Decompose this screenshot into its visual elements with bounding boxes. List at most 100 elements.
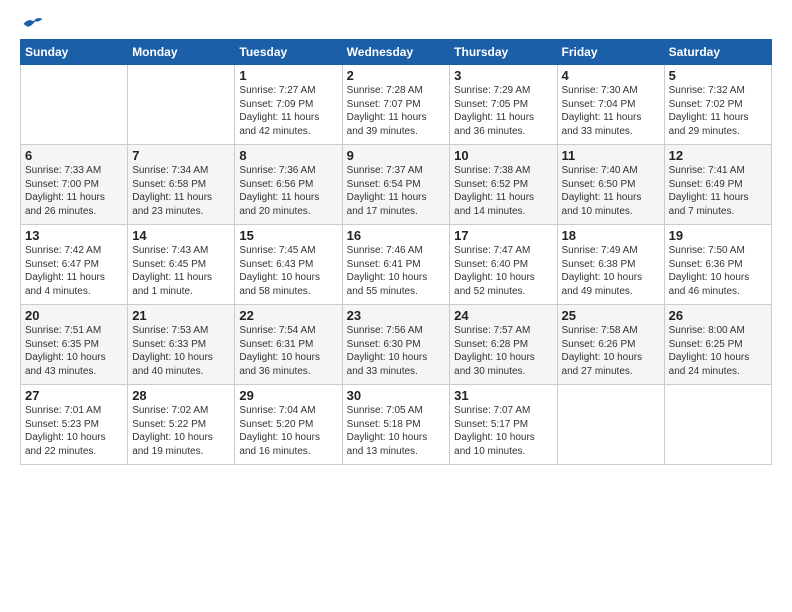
calendar-cell: 4Sunrise: 7:30 AM Sunset: 7:04 PM Daylig… [557,65,664,145]
calendar-cell: 7Sunrise: 7:34 AM Sunset: 6:58 PM Daylig… [128,145,235,225]
calendar-cell: 23Sunrise: 7:56 AM Sunset: 6:30 PM Dayli… [342,305,450,385]
day-info: Sunrise: 7:58 AM Sunset: 6:26 PM Dayligh… [562,324,660,378]
calendar-cell: 21Sunrise: 7:53 AM Sunset: 6:33 PM Dayli… [128,305,235,385]
day-info: Sunrise: 7:57 AM Sunset: 6:28 PM Dayligh… [454,324,552,378]
day-info: Sunrise: 7:01 AM Sunset: 5:23 PM Dayligh… [25,404,123,458]
header [20,15,772,29]
calendar-cell: 25Sunrise: 7:58 AM Sunset: 6:26 PM Dayli… [557,305,664,385]
calendar-cell: 26Sunrise: 8:00 AM Sunset: 6:25 PM Dayli… [664,305,771,385]
weekday-header-monday: Monday [128,40,235,65]
calendar-cell: 1Sunrise: 7:27 AM Sunset: 7:09 PM Daylig… [235,65,342,145]
day-number: 17 [454,228,552,243]
day-info: Sunrise: 7:42 AM Sunset: 6:47 PM Dayligh… [25,244,123,298]
calendar-cell: 15Sunrise: 7:45 AM Sunset: 6:43 PM Dayli… [235,225,342,305]
day-number: 24 [454,308,552,323]
day-number: 29 [239,388,337,403]
weekday-header-friday: Friday [557,40,664,65]
day-number: 26 [669,308,767,323]
day-info: Sunrise: 7:53 AM Sunset: 6:33 PM Dayligh… [132,324,230,378]
calendar-cell: 10Sunrise: 7:38 AM Sunset: 6:52 PM Dayli… [450,145,557,225]
day-number: 14 [132,228,230,243]
day-info: Sunrise: 7:33 AM Sunset: 7:00 PM Dayligh… [25,164,123,218]
calendar-cell: 31Sunrise: 7:07 AM Sunset: 5:17 PM Dayli… [450,385,557,465]
calendar-cell: 18Sunrise: 7:49 AM Sunset: 6:38 PM Dayli… [557,225,664,305]
calendar-cell: 20Sunrise: 7:51 AM Sunset: 6:35 PM Dayli… [21,305,128,385]
day-number: 1 [239,68,337,83]
page: SundayMondayTuesdayWednesdayThursdayFrid… [0,0,792,612]
week-row-5: 27Sunrise: 7:01 AM Sunset: 5:23 PM Dayli… [21,385,772,465]
calendar: SundayMondayTuesdayWednesdayThursdayFrid… [20,39,772,465]
day-info: Sunrise: 7:38 AM Sunset: 6:52 PM Dayligh… [454,164,552,218]
day-info: Sunrise: 7:47 AM Sunset: 6:40 PM Dayligh… [454,244,552,298]
week-row-2: 6Sunrise: 7:33 AM Sunset: 7:00 PM Daylig… [21,145,772,225]
day-number: 7 [132,148,230,163]
calendar-cell: 19Sunrise: 7:50 AM Sunset: 6:36 PM Dayli… [664,225,771,305]
day-number: 28 [132,388,230,403]
day-number: 31 [454,388,552,403]
day-info: Sunrise: 7:02 AM Sunset: 5:22 PM Dayligh… [132,404,230,458]
logo-bird-icon [22,15,44,33]
day-number: 27 [25,388,123,403]
calendar-cell: 27Sunrise: 7:01 AM Sunset: 5:23 PM Dayli… [21,385,128,465]
day-number: 22 [239,308,337,323]
day-number: 11 [562,148,660,163]
calendar-cell: 14Sunrise: 7:43 AM Sunset: 6:45 PM Dayli… [128,225,235,305]
calendar-cell: 2Sunrise: 7:28 AM Sunset: 7:07 PM Daylig… [342,65,450,145]
day-number: 8 [239,148,337,163]
day-number: 12 [669,148,767,163]
day-info: Sunrise: 7:50 AM Sunset: 6:36 PM Dayligh… [669,244,767,298]
day-info: Sunrise: 7:34 AM Sunset: 6:58 PM Dayligh… [132,164,230,218]
calendar-cell [128,65,235,145]
day-number: 4 [562,68,660,83]
day-info: Sunrise: 7:36 AM Sunset: 6:56 PM Dayligh… [239,164,337,218]
weekday-header-tuesday: Tuesday [235,40,342,65]
day-number: 13 [25,228,123,243]
day-number: 15 [239,228,337,243]
calendar-cell: 12Sunrise: 7:41 AM Sunset: 6:49 PM Dayli… [664,145,771,225]
week-row-3: 13Sunrise: 7:42 AM Sunset: 6:47 PM Dayli… [21,225,772,305]
day-info: Sunrise: 7:28 AM Sunset: 7:07 PM Dayligh… [347,84,446,138]
day-info: Sunrise: 7:27 AM Sunset: 7:09 PM Dayligh… [239,84,337,138]
calendar-cell [21,65,128,145]
calendar-cell: 6Sunrise: 7:33 AM Sunset: 7:00 PM Daylig… [21,145,128,225]
calendar-cell: 8Sunrise: 7:36 AM Sunset: 6:56 PM Daylig… [235,145,342,225]
calendar-cell: 17Sunrise: 7:47 AM Sunset: 6:40 PM Dayli… [450,225,557,305]
logo-text [20,15,44,33]
calendar-cell: 24Sunrise: 7:57 AM Sunset: 6:28 PM Dayli… [450,305,557,385]
calendar-cell: 11Sunrise: 7:40 AM Sunset: 6:50 PM Dayli… [557,145,664,225]
day-number: 20 [25,308,123,323]
calendar-cell: 9Sunrise: 7:37 AM Sunset: 6:54 PM Daylig… [342,145,450,225]
day-number: 3 [454,68,552,83]
day-number: 10 [454,148,552,163]
week-row-4: 20Sunrise: 7:51 AM Sunset: 6:35 PM Dayli… [21,305,772,385]
calendar-cell: 28Sunrise: 7:02 AM Sunset: 5:22 PM Dayli… [128,385,235,465]
day-info: Sunrise: 7:46 AM Sunset: 6:41 PM Dayligh… [347,244,446,298]
day-number: 21 [132,308,230,323]
calendar-cell: 13Sunrise: 7:42 AM Sunset: 6:47 PM Dayli… [21,225,128,305]
day-info: Sunrise: 7:04 AM Sunset: 5:20 PM Dayligh… [239,404,337,458]
day-info: Sunrise: 7:05 AM Sunset: 5:18 PM Dayligh… [347,404,446,458]
weekday-header-thursday: Thursday [450,40,557,65]
logo [20,15,44,29]
calendar-cell: 30Sunrise: 7:05 AM Sunset: 5:18 PM Dayli… [342,385,450,465]
day-info: Sunrise: 7:41 AM Sunset: 6:49 PM Dayligh… [669,164,767,218]
day-number: 18 [562,228,660,243]
calendar-cell [557,385,664,465]
day-info: Sunrise: 7:51 AM Sunset: 6:35 PM Dayligh… [25,324,123,378]
day-number: 6 [25,148,123,163]
day-info: Sunrise: 7:30 AM Sunset: 7:04 PM Dayligh… [562,84,660,138]
calendar-cell [664,385,771,465]
day-number: 30 [347,388,446,403]
calendar-cell: 3Sunrise: 7:29 AM Sunset: 7:05 PM Daylig… [450,65,557,145]
day-number: 16 [347,228,446,243]
day-info: Sunrise: 7:43 AM Sunset: 6:45 PM Dayligh… [132,244,230,298]
calendar-cell: 22Sunrise: 7:54 AM Sunset: 6:31 PM Dayli… [235,305,342,385]
day-info: Sunrise: 7:54 AM Sunset: 6:31 PM Dayligh… [239,324,337,378]
weekday-header-wednesday: Wednesday [342,40,450,65]
day-number: 2 [347,68,446,83]
day-number: 5 [669,68,767,83]
day-number: 23 [347,308,446,323]
weekday-header-saturday: Saturday [664,40,771,65]
day-number: 9 [347,148,446,163]
day-info: Sunrise: 7:56 AM Sunset: 6:30 PM Dayligh… [347,324,446,378]
